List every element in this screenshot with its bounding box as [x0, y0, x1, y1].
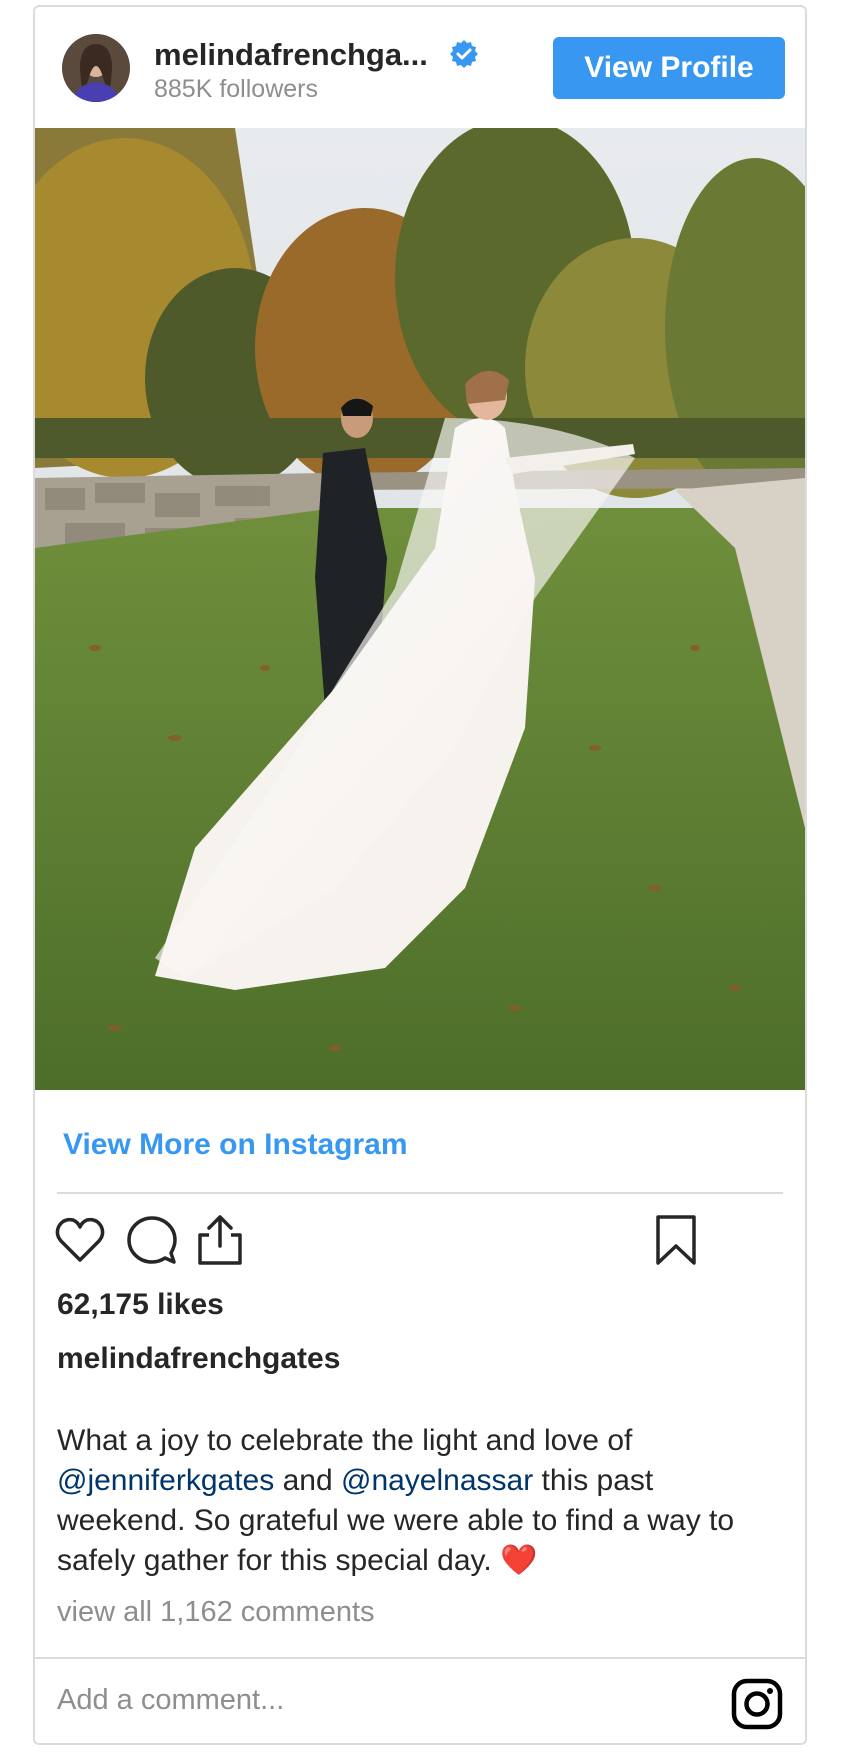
follower-count: 885K followers: [154, 75, 318, 103]
red-heart-emoji: ❤️: [500, 1544, 538, 1577]
mention-link[interactable]: @nayelnassar: [341, 1464, 533, 1497]
mention-link[interactable]: @jenniferkgates: [57, 1464, 274, 1497]
post-author[interactable]: melindafrenchgates: [57, 1342, 340, 1376]
post-header: melindafrenchga... 885K followers View P…: [35, 7, 805, 127]
verified-badge-icon: [449, 39, 479, 69]
post-image[interactable]: [35, 128, 805, 1090]
caption-text: What a joy to celebrate the light and lo…: [57, 1424, 633, 1457]
post-caption: What a joy to celebrate the light and lo…: [57, 1421, 777, 1581]
view-all-comments-link[interactable]: view all 1,162 comments: [57, 1596, 375, 1629]
divider: [35, 1657, 805, 1659]
share-icon[interactable]: [193, 1213, 247, 1267]
add-comment-input[interactable]: Add a comment...: [57, 1684, 284, 1717]
like-count[interactable]: 62,175 likes: [57, 1288, 224, 1322]
instagram-logo-icon[interactable]: [730, 1677, 784, 1731]
bookmark-icon[interactable]: [649, 1213, 703, 1267]
view-more-on-instagram-link[interactable]: View More on Instagram: [63, 1128, 408, 1162]
caption-text: and: [274, 1464, 341, 1497]
comment-icon[interactable]: [125, 1213, 179, 1267]
heart-icon[interactable]: [53, 1213, 107, 1267]
username[interactable]: melindafrenchga...: [154, 37, 428, 73]
divider: [57, 1192, 783, 1194]
avatar[interactable]: [62, 34, 130, 102]
view-profile-button[interactable]: View Profile: [553, 37, 785, 99]
instagram-embed: melindafrenchga... 885K followers View P…: [33, 5, 807, 1745]
